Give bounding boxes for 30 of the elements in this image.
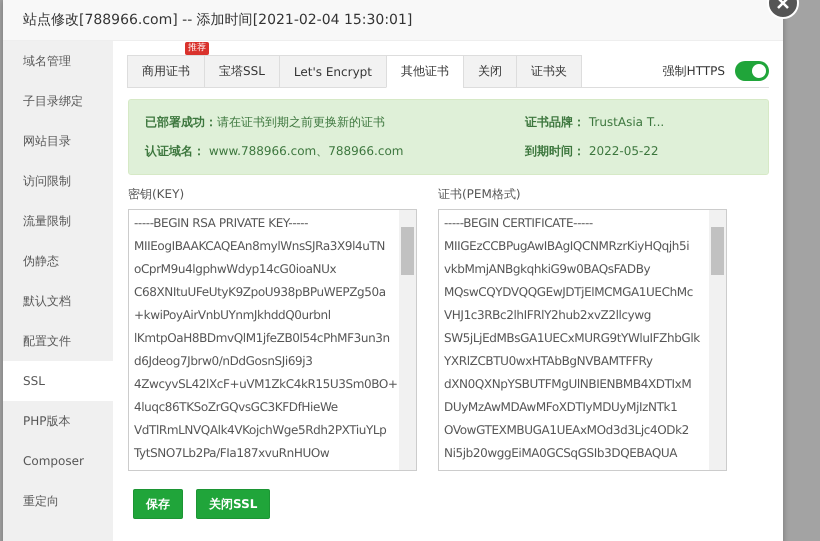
- expiry-text: 到期时间： 2022-05-22: [525, 143, 660, 160]
- force-https-label: 强制HTTPS: [662, 62, 725, 80]
- recommend-badge: 推荐: [185, 42, 209, 55]
- domain-text: 认证域名： www.788966.com、788966.com: [145, 143, 404, 160]
- tab[interactable]: 证书夹: [516, 55, 582, 88]
- toggle-switch[interactable]: [735, 61, 769, 81]
- window-title: 站点修改[788966.com] -- 添加时间[2021-02-04 15:30:01]: [23, 11, 412, 29]
- sidebar-item[interactable]: 伪静态: [3, 241, 113, 281]
- sidebar-item[interactable]: 子目录绑定: [3, 81, 113, 121]
- tab[interactable]: 其他证书: [386, 55, 464, 88]
- tab[interactable]: 商用证书: [127, 55, 205, 88]
- brand-text: 证书品牌： TrustAsia T...: [525, 114, 666, 131]
- tab[interactable]: Let's Encrypt: [278, 55, 387, 88]
- sidebar-item[interactable]: 网站目录: [3, 121, 113, 161]
- status-text: 已部署成功：请在证书到期之前更换新的证书: [145, 114, 386, 131]
- sidebar-item[interactable]: SSL: [3, 361, 113, 401]
- sidebar-item[interactable]: 访问限制: [3, 161, 113, 201]
- tab[interactable]: 宝塔SSL: [204, 55, 280, 88]
- sidebar-item[interactable]: 流量限制: [3, 201, 113, 241]
- sidebar-item[interactable]: 重定向: [3, 481, 113, 521]
- sidebar-item[interactable]: Composer: [3, 441, 113, 481]
- field-label: 密钥(KEY): [128, 186, 186, 203]
- sidebar-item[interactable]: 配置文件: [3, 321, 113, 361]
- sidebar-item[interactable]: 默认文档: [3, 281, 113, 321]
- certificate-textarea[interactable]: -----BEGIN CERTIFICATE----- MIIGEzCCBPugAwIBAgIQCNMRzrKiyHQqjh5i vkbMmjANBgkqhkiG9w0BAQsFADBy MQswCQYDVQQGEwJDTjElMCMGA1UEChMc VHJ1c3RBc2lhIFRlY2hub2xvZ2llcywg SW5jLjEdMBsGA1UECxMURG9tYWluIFZhbGlk YXRlZCBTU0wxHTAbBgNVBAMTFFRy dXN0QXNpYSBUTFMgUlNBIENBMB4XDTIxM DUyMzAwMDAwMFoXDTIyMDUyMjIzNTk1 OVowGTEXMBUGA1UEAxMOd3d3Ljc4ODk2 Ni5jb20wggEiMA0GCSqGSIb3DQEBAQUA: [438, 209, 727, 471]
- field-label: 证书(PEM格式): [438, 186, 522, 203]
- tab[interactable]: 关闭: [463, 55, 517, 88]
- key-textarea[interactable]: -----BEGIN RSA PRIVATE KEY----- MIIEogIBAAKCAQEAn8mylWnsSJRa3X9l4uTN oCprM9u4lgphwWdyp14cG0ioaNUx C68XNItuUFeUtyK9ZpoU938pBPuWEPZg50a +kwiPoyAirVnbUYnmJkhddQ0urbnl lKmtpOaH8BDmvQlM1jfeZB0l54cPhMF3un3n d6Jdeog7Jbrw0/nDdGosnSJi69j3 4ZwcyvSL42lXcF+uVM1ZkC4kR15U3Sm0BO+ 4luqc86TKSoZrGQvsGC3KFDfHieWe VdTlRmLNVQAlk4VKojchWge5Rdh2PXTiuYLp TytSNO7Lb2Pa/FIa187xvuRnHUOw: [128, 209, 417, 471]
- sidebar-item[interactable]: PHP版本: [3, 401, 113, 441]
- sidebar-item[interactable]: 域名管理: [3, 41, 113, 81]
